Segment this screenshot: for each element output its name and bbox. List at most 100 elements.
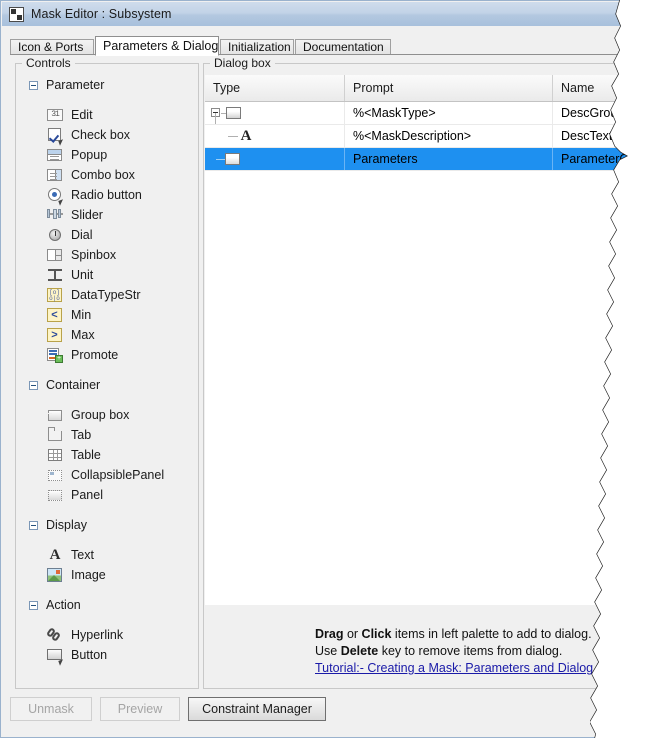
tab-label: Documentation [303, 40, 384, 54]
palette-item-panel[interactable]: Panel [17, 485, 197, 505]
popup-icon [47, 147, 63, 163]
slider-icon [47, 207, 63, 223]
tutorial-link[interactable]: Tutorial:- Creating a Mask: Parameters a… [315, 661, 626, 675]
hint-line-3: Tutorial:- Creating a Mask: Parameters a… [315, 660, 654, 677]
mask-editor-icon [9, 6, 24, 22]
palette-item-label: Hyperlink [71, 628, 124, 642]
table-row[interactable]: A %<MaskDescription> DescTextVar [205, 125, 654, 148]
tab-icon-and-ports[interactable]: Icon & Ports [10, 39, 94, 55]
palette-item-label: Promote [71, 348, 119, 362]
palette-item-label: Radio button [71, 188, 142, 202]
palette-section-label: Parameter [46, 78, 105, 92]
hint-line2-rest: key to remove items from dialog. [378, 644, 563, 658]
controls-panel-legend: Controls [22, 56, 75, 70]
collapse-icon[interactable] [29, 380, 38, 390]
table-header-row: Type Prompt Name [205, 75, 654, 102]
palette-section-label: Display [46, 518, 87, 532]
row-name-cell[interactable]: DescGroupVar [553, 102, 654, 124]
palette-item-collapsiblepanel[interactable]: CollapsiblePanel [17, 465, 197, 485]
hint-drag-keyword: Drag [315, 627, 344, 641]
group-icon [226, 105, 242, 121]
palette-item-label: Max [71, 328, 95, 342]
palette-item-label: Button [71, 648, 108, 662]
promote-icon: + [47, 347, 63, 363]
palette-section-container[interactable]: Container [17, 374, 197, 396]
column-header-name[interactable]: Name [553, 75, 654, 101]
palette-item-promote[interactable]: + Promote [17, 345, 197, 365]
palette-item-label: Combo box [71, 168, 135, 182]
row-name-cell[interactable]: ParameterGroupVar [553, 148, 654, 170]
panel-icon [47, 487, 63, 503]
tab-parameters-and-dialog[interactable]: Parameters & Dialog [95, 36, 219, 56]
tree-connector [216, 159, 225, 160]
palette-item-check-box[interactable]: Check box [17, 125, 197, 146]
palette-item-popup[interactable]: Popup [17, 145, 197, 165]
palette-item-image[interactable]: Image [17, 565, 197, 585]
tab-icon [47, 427, 63, 443]
text-icon: A [49, 547, 61, 563]
palette-item-label: Text [71, 548, 94, 562]
dialog-tree-table[interactable]: Type Prompt Name %<MaskType> DescGroupVa… [205, 75, 654, 605]
palette-item-label: Group box [71, 408, 130, 422]
tree-connector [215, 113, 216, 124]
palette-item-button[interactable]: Button [17, 645, 197, 666]
row-type-cell[interactable]: A [205, 125, 345, 147]
row-name-cell[interactable]: DescTextVar [553, 125, 654, 147]
palette-item-table[interactable]: Table [17, 445, 197, 465]
palette-item-slider[interactable]: Slider [17, 205, 197, 225]
dialog-hint-text: Drag or Click items in left palette to a… [205, 609, 654, 689]
palette-item-label: Edit [71, 108, 93, 122]
palette-item-edit[interactable]: 31 Edit [17, 105, 197, 125]
collapse-icon[interactable] [29, 80, 38, 90]
collapse-icon[interactable] [29, 520, 38, 530]
hint-line2-pre: Use [315, 644, 341, 658]
table-row[interactable]: %<MaskType> DescGroupVar [205, 102, 654, 125]
palette-item-tab[interactable]: Tab [17, 425, 197, 445]
palette-item-max[interactable]: > Max [17, 325, 197, 345]
tab-label: Initialization [228, 40, 291, 54]
min-icon: < [47, 307, 63, 323]
palette-item-label: Dial [71, 228, 93, 242]
preview-button[interactable]: Preview [100, 697, 180, 721]
palette-item-min[interactable]: < Min [17, 305, 197, 325]
row-prompt-cell[interactable]: %<MaskType> [345, 102, 553, 124]
palette-section-parameter[interactable]: Parameter [17, 74, 197, 96]
folder-icon [225, 151, 241, 167]
groupbox-icon [47, 407, 63, 423]
content-area: Controls Parameter 31 Edit Check box Pop… [10, 55, 654, 689]
palette-item-unit[interactable]: Unit [17, 265, 197, 285]
palette-item-text[interactable]: A Text [17, 545, 197, 565]
row-prompt-cell[interactable]: Parameters [345, 148, 553, 170]
palette-item-label: CollapsiblePanel [71, 468, 165, 482]
row-type-cell[interactable] [205, 148, 345, 170]
palette-item-group-box[interactable]: Group box [17, 405, 197, 425]
row-prompt-cell[interactable]: %<MaskDescription> [345, 125, 553, 147]
tab-documentation[interactable]: Documentation [295, 39, 391, 55]
button-icon [47, 647, 65, 666]
constraint-manager-button[interactable]: Constraint Manager [188, 697, 326, 721]
palette-item-datatypestr[interactable]: [o] o|o DataTypeStr [17, 285, 197, 305]
palette-item-combo-box[interactable]: Combo box [17, 165, 197, 185]
palette-item-label: Tab [71, 428, 92, 442]
checkbox-icon [47, 127, 65, 146]
table-row[interactable]: Parameters ParameterGroupVar [205, 148, 654, 171]
controls-palette: Parameter 31 Edit Check box Popup Combo … [17, 74, 197, 687]
datatypestr-icon: [o] o|o [47, 287, 63, 303]
column-header-prompt[interactable]: Prompt [345, 75, 553, 101]
title-bar: Mask Editor : Subsystem [2, 2, 654, 26]
dial-icon [47, 227, 63, 243]
palette-item-radio-button[interactable]: Radio button [17, 185, 197, 206]
collapse-icon[interactable] [29, 600, 38, 610]
hint-line1-rest: items in left palette to add to dialog. [391, 627, 592, 641]
tab-initialization[interactable]: Initialization [220, 39, 294, 55]
column-header-type[interactable]: Type [205, 75, 345, 101]
palette-item-dial[interactable]: Dial [17, 225, 197, 245]
palette-item-hyperlink[interactable]: Hyperlink [17, 625, 197, 645]
row-type-cell[interactable] [205, 102, 345, 124]
unit-icon [47, 267, 63, 283]
palette-section-action[interactable]: Action [17, 594, 197, 616]
unmask-button[interactable]: Unmask [10, 697, 92, 721]
palette-section-display[interactable]: Display [17, 514, 197, 536]
palette-item-label: Table [71, 448, 101, 462]
palette-item-spinbox[interactable]: Spinbox [17, 245, 197, 265]
